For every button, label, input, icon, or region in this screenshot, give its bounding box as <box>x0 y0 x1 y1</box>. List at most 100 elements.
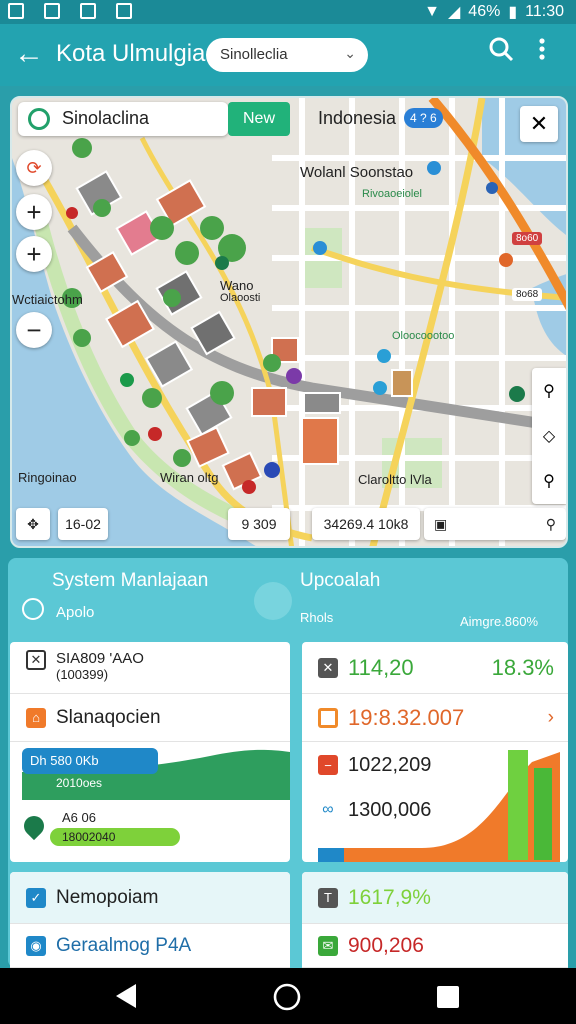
home-circle-icon[interactable] <box>273 983 301 1016</box>
battery-icon: ▮ <box>508 4 518 21</box>
map-pin-icon <box>19 811 49 841</box>
compass-icon[interactable]: ◇ <box>532 413 566 458</box>
app-bar: ← Kota Ulmulgia Sinolleclia ⌄ <box>0 24 576 86</box>
box-icon: ✕ <box>26 650 46 670</box>
right-row-3[interactable]: − 1022,209 <box>302 742 568 788</box>
locate-me-button[interactable]: ⟳ <box>16 150 52 186</box>
more-vert-icon[interactable] <box>536 36 548 69</box>
bottom-left-row-2[interactable]: ◉ Geraalmog P4A <box>10 924 290 968</box>
location-pin-icon <box>28 108 50 130</box>
shield-icon: ✓ <box>26 887 46 908</box>
right-stats-card: ✕ 114,20 18.3% 19:8.32.007 › − 1022,209 … <box>302 642 568 862</box>
bottom-right-row-2[interactable]: ✉ 900,206 <box>302 924 568 968</box>
map-canvas <box>12 98 566 546</box>
user-icon[interactable]: ⚲ <box>546 516 556 533</box>
signal-icon: ◢ <box>447 4 461 21</box>
right-row-4-value: 1300,006 <box>348 798 432 821</box>
minus-icon: − <box>318 755 338 775</box>
bottom-right-row-1-value: 1617,9% <box>348 885 431 909</box>
layers-icon[interactable]: ⚲ <box>532 368 566 413</box>
info-icon <box>22 598 44 620</box>
map-tag-1: 8o60 <box>512 232 543 245</box>
stat-row-1[interactable]: ✕ SIA809 'AAO (100399) <box>10 642 290 694</box>
right-section-pct: Aimgre.860% <box>460 614 539 629</box>
calendar-icon[interactable]: ▣ <box>434 516 447 533</box>
bottom-left-row-2-label: Geraalmog P4A <box>56 934 192 956</box>
tools-icon: ✕ <box>318 657 338 678</box>
mail-icon <box>44 3 60 19</box>
zoom-out-button[interactable]: − <box>16 312 52 348</box>
chart-icon <box>80 3 96 19</box>
chevron-right-icon[interactable]: › <box>548 707 554 729</box>
left-stats-card: ✕ SIA809 'AAO (100399) ⌂ Slanaqocien Dh … <box>10 642 290 862</box>
recents-square-icon[interactable] <box>436 985 460 1014</box>
right-row-1[interactable]: ✕ 114,20 18.3% <box>302 642 568 694</box>
pin-progress: 18002040 <box>50 828 180 846</box>
notification-icon <box>8 3 24 19</box>
text-icon: T <box>318 887 338 908</box>
right-row-4[interactable]: ∞ 1300,006 <box>302 788 568 832</box>
system-nav-bar <box>0 968 576 1024</box>
right-section-title: Upcoalah <box>300 570 381 591</box>
left-section-sub: Apolo <box>56 604 95 621</box>
map-label-indonesia: Indonesia <box>318 108 397 128</box>
page-title: Kota Ulmulgia <box>56 40 206 67</box>
back-arrow-icon[interactable]: ← <box>14 36 44 72</box>
right-row-1-value: 114,20 <box>348 654 414 680</box>
network-icon: ◉ <box>26 935 46 956</box>
zoom-in-button[interactable]: + <box>16 194 52 230</box>
area-chart-bar-2: 2010oes <box>56 776 103 790</box>
bottom-left-row-1[interactable]: ✓ Nemopoiam <box>10 872 290 924</box>
map-tag-2: 8o68 <box>512 288 543 301</box>
stat-row-2[interactable]: ⌂ Slanaqocien <box>10 694 290 742</box>
area-chart: Dh 580 0Kb 2010oes <box>10 742 290 802</box>
map-label-bottom-mid: Wiran oltg <box>160 470 219 485</box>
right-row-2[interactable]: 19:8.32.007 › <box>302 694 568 742</box>
map-label-bottom-left: Ringoinao <box>18 470 77 485</box>
dashboard-panel: System Manlajaan Apolo Upcoalah Rhols Ai… <box>8 558 568 968</box>
map-label-bottom-right: Claroltto lVla <box>358 472 432 487</box>
coord-chip[interactable]: 16-02 <box>58 508 108 540</box>
bottom-left-row-1-label: Nemopoiam <box>56 886 159 908</box>
stat-row-1-sub: (100399) <box>56 667 109 682</box>
gps-icon[interactable]: ✥ <box>16 508 50 540</box>
chevron-down-icon: ⌄ <box>344 45 356 61</box>
right-row-1-pct: 18.3% <box>491 654 554 680</box>
mail-icon: ✉ <box>318 935 338 956</box>
trend-icon <box>254 582 292 620</box>
bottom-right-row-1[interactable]: T 1617,9% <box>302 872 568 924</box>
map-label-center: Wano <box>220 278 254 293</box>
distance-chip[interactable]: 9 309 <box>228 508 290 540</box>
home-icon: ⌂ <box>26 707 46 728</box>
map-search-input[interactable]: Sinolaclina <box>18 102 228 136</box>
battery-level: 46% <box>468 3 501 20</box>
back-triangle-icon[interactable] <box>114 982 140 1015</box>
pin-label: A6 06 <box>62 810 96 825</box>
right-row-3-value: 1022,209 <box>348 753 432 776</box>
map-label-right-mid: Oloocoootoo <box>392 330 455 342</box>
map-view[interactable]: Sinolaclina New Indonesia 4 ? 6 Wolanl S… <box>10 96 568 548</box>
zoom-in-alt-button[interactable]: + <box>16 236 52 272</box>
new-button[interactable]: New <box>228 102 290 136</box>
bottom-right-card: T 1617,9% ✉ 900,206 <box>302 872 568 968</box>
map-label-poi: Wolanl Soonstao <box>300 164 414 181</box>
bottom-right-row-2-value: 900,206 <box>348 933 424 957</box>
stat-row-1-title: SIA809 'AAO <box>56 650 144 667</box>
bottom-left-card: ✓ Nemopoiam ◉ Geraalmog P4A <box>10 872 290 968</box>
location-dropdown[interactable]: Sinolleclia ⌄ <box>206 38 368 72</box>
measure-chip[interactable]: 34269.4 10k8 <box>312 508 420 540</box>
map-label-center-sub: Olaoosti <box>220 292 261 304</box>
search-icon[interactable] <box>488 36 514 69</box>
map-search-value: Sinolaclina <box>62 108 150 128</box>
area-chart-bar-1: Dh 580 0Kb <box>22 748 158 774</box>
download-icon <box>116 3 132 19</box>
location-dropdown-value: Sinolleclia <box>220 46 288 63</box>
link-icon: ∞ <box>318 800 338 820</box>
map-badge: 4 ? 6 <box>404 108 443 128</box>
pin-tool-icon[interactable]: ⚲ <box>532 458 566 503</box>
close-icon[interactable]: ✕ <box>520 106 558 142</box>
wallet-icon <box>318 707 338 728</box>
wifi-icon: ▼ <box>424 3 440 20</box>
right-section-sub: Rhols <box>300 610 334 625</box>
map-action-bar: ▣ ⚲ <box>424 508 566 540</box>
